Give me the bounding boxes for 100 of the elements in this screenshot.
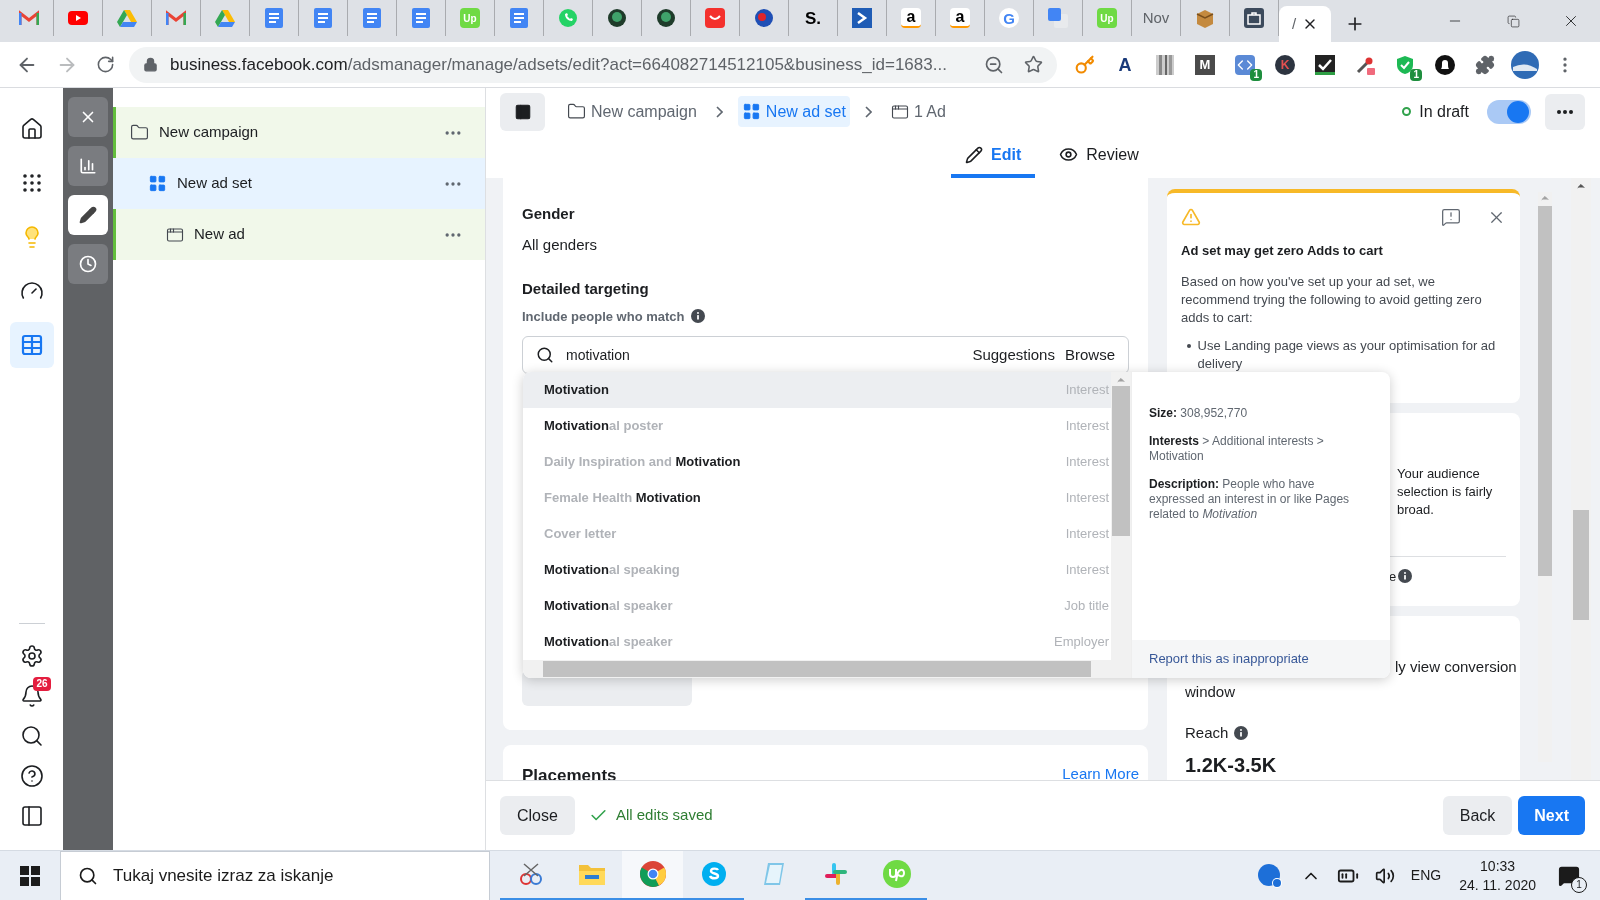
settings-icon[interactable] bbox=[19, 644, 44, 668]
info-icon[interactable] bbox=[1398, 569, 1413, 584]
back-button[interactable]: Back bbox=[1442, 796, 1513, 835]
info-icon[interactable] bbox=[1234, 725, 1249, 740]
key-icon[interactable] bbox=[1075, 54, 1095, 75]
eye-icon bbox=[1059, 145, 1079, 164]
browser-tab[interactable]: S. bbox=[789, 0, 838, 36]
puzzle-icon[interactable] bbox=[1475, 54, 1495, 75]
interest-path: Interests > Additional interests > Motivation bbox=[1149, 434, 1325, 464]
list-scrollbar[interactable] bbox=[1111, 372, 1131, 660]
bag-icon bbox=[705, 8, 725, 28]
audience-size: Size: 308,952,770 bbox=[1149, 406, 1249, 421]
breadcrumb[interactable]: New campaign bbox=[563, 96, 701, 127]
tree-item[interactable]: New campaign bbox=[113, 107, 485, 158]
suggestion-category: Interest bbox=[1065, 489, 1109, 508]
text-fragment: ly view conversion bbox=[1395, 656, 1517, 677]
browser-tab[interactable]: G bbox=[985, 0, 1034, 36]
tree-item[interactable]: New ad set bbox=[113, 158, 485, 209]
tool-button[interactable] bbox=[68, 244, 108, 284]
address-bar[interactable]: business.facebook.com/adsmanager/manage/adsets/edit?act=664082714512105&business_id=1683... bbox=[129, 46, 1057, 83]
warning-text: Based on how you've set up your ad set, we recommend trying the following to avoid getting zero adds to cart: bbox=[1181, 272, 1483, 327]
page-scrollbar[interactable] bbox=[1571, 178, 1591, 780]
triangle-icon bbox=[215, 9, 235, 27]
language-indicator[interactable]: ENG bbox=[1410, 865, 1442, 886]
notification-center-icon[interactable] bbox=[1558, 864, 1580, 887]
home-icon[interactable] bbox=[19, 117, 44, 141]
document-icon bbox=[265, 8, 283, 28]
link[interactable]: Suggestions bbox=[972, 343, 1055, 367]
toggle-switch[interactable] bbox=[1487, 99, 1531, 124]
suggestion-label: Motivation bbox=[544, 381, 610, 400]
audience-note: Your audience selection is fairly broad. bbox=[1397, 464, 1494, 519]
search-icon[interactable] bbox=[19, 724, 44, 748]
search-icon bbox=[536, 346, 554, 364]
suggestion-category: Interest bbox=[1065, 561, 1109, 580]
scroll-thumb[interactable] bbox=[543, 661, 1091, 677]
breadcrumb[interactable]: 1 Ad bbox=[886, 96, 950, 127]
lock-icon bbox=[143, 57, 158, 72]
panel-toggle-button[interactable] bbox=[500, 92, 545, 131]
bar-chart-icon bbox=[79, 157, 97, 175]
browser-tab[interactable]: / bbox=[1279, 6, 1331, 42]
box-icon bbox=[1195, 8, 1215, 28]
tool-button[interactable] bbox=[68, 146, 108, 186]
stripes-icon[interactable] bbox=[1156, 54, 1174, 75]
save-status: All edits saved bbox=[615, 805, 713, 826]
info-icon[interactable] bbox=[690, 309, 705, 324]
next-button[interactable]: Next bbox=[1518, 796, 1585, 835]
status-label: In draft bbox=[1419, 101, 1469, 122]
ghost-icon[interactable] bbox=[1435, 54, 1455, 75]
feedback-icon[interactable] bbox=[1441, 207, 1461, 227]
field-label: Gender bbox=[522, 204, 576, 224]
document-icon bbox=[412, 8, 430, 28]
warning-icon bbox=[1181, 207, 1201, 227]
view-tab[interactable]: Review bbox=[1045, 135, 1153, 178]
suggestion-item[interactable]: Motivational poster Interest bbox=[523, 408, 1111, 444]
table-icon[interactable] bbox=[19, 333, 44, 357]
profile-avatar[interactable] bbox=[1511, 50, 1539, 79]
start-icon[interactable] bbox=[20, 865, 40, 886]
breadcrumb[interactable]: New ad set bbox=[737, 96, 850, 127]
checkmark-icon[interactable] bbox=[1315, 54, 1335, 75]
google-logo: G bbox=[999, 8, 1019, 28]
scroll-thumb[interactable] bbox=[1112, 386, 1130, 536]
suggestion-label: Daily Inspiration and Motivation bbox=[544, 453, 742, 472]
close-button[interactable]: Close bbox=[500, 796, 575, 835]
more-button[interactable] bbox=[1545, 93, 1585, 130]
m-logo[interactable]: M bbox=[1195, 54, 1215, 75]
horizontal-scrollbar[interactable] bbox=[523, 660, 1131, 678]
suggestion-item[interactable]: Motivational speaker Employer bbox=[523, 624, 1111, 660]
reach-label: Reach bbox=[1185, 722, 1229, 743]
scroll-thumb[interactable] bbox=[1573, 510, 1589, 620]
volume-icon[interactable] bbox=[1374, 865, 1395, 886]
suggestion-label: Female Health Motivation bbox=[544, 489, 702, 508]
shield-icon[interactable] bbox=[1395, 54, 1415, 75]
code-icon[interactable] bbox=[1235, 54, 1255, 75]
restore-icon[interactable] bbox=[1506, 14, 1520, 28]
suggestion-item[interactable]: Motivation Interest bbox=[523, 372, 1111, 408]
suggestion-item[interactable]: Daily Inspiration and Motivation Interest bbox=[523, 444, 1111, 480]
taskbar-search-field[interactable]: Tukaj vnesite izraz za iskanje bbox=[60, 850, 490, 900]
scout-logo[interactable]: A bbox=[1118, 55, 1132, 74]
zoom-icon[interactable] bbox=[984, 54, 1004, 75]
learn-more-link[interactable]: Learn More bbox=[1062, 763, 1139, 780]
bookmark-icon[interactable] bbox=[1024, 55, 1043, 74]
suggestion-item[interactable]: Motivational speaker Job title bbox=[523, 588, 1111, 624]
browser-tab[interactable]: a bbox=[887, 0, 936, 36]
scroll-thumb[interactable] bbox=[1538, 206, 1552, 576]
suggestion-item[interactable]: Motivational speaking Interest bbox=[523, 552, 1111, 588]
upwork-logo bbox=[882, 860, 911, 888]
browser-tab[interactable]: Nov bbox=[1132, 0, 1181, 36]
window-icon bbox=[890, 102, 909, 121]
suggestion-item[interactable]: Female Health Motivation Interest bbox=[523, 480, 1111, 516]
link[interactable]: Browse bbox=[1064, 343, 1115, 367]
browser-tab[interactable]: a bbox=[936, 0, 985, 36]
tool-button[interactable] bbox=[68, 195, 108, 235]
suggestion-label: Motivational speaking bbox=[544, 561, 681, 580]
clock[interactable]: 10:33 24. 11. 2020 bbox=[1459, 856, 1536, 895]
tree-item[interactable]: New ad bbox=[113, 209, 485, 260]
taskbar-app[interactable] bbox=[622, 850, 683, 900]
scrollbar[interactable] bbox=[1538, 192, 1552, 762]
upwork-logo: Up bbox=[1097, 8, 1117, 28]
pencil-icon bbox=[79, 206, 97, 224]
reload-icon[interactable] bbox=[96, 55, 115, 74]
